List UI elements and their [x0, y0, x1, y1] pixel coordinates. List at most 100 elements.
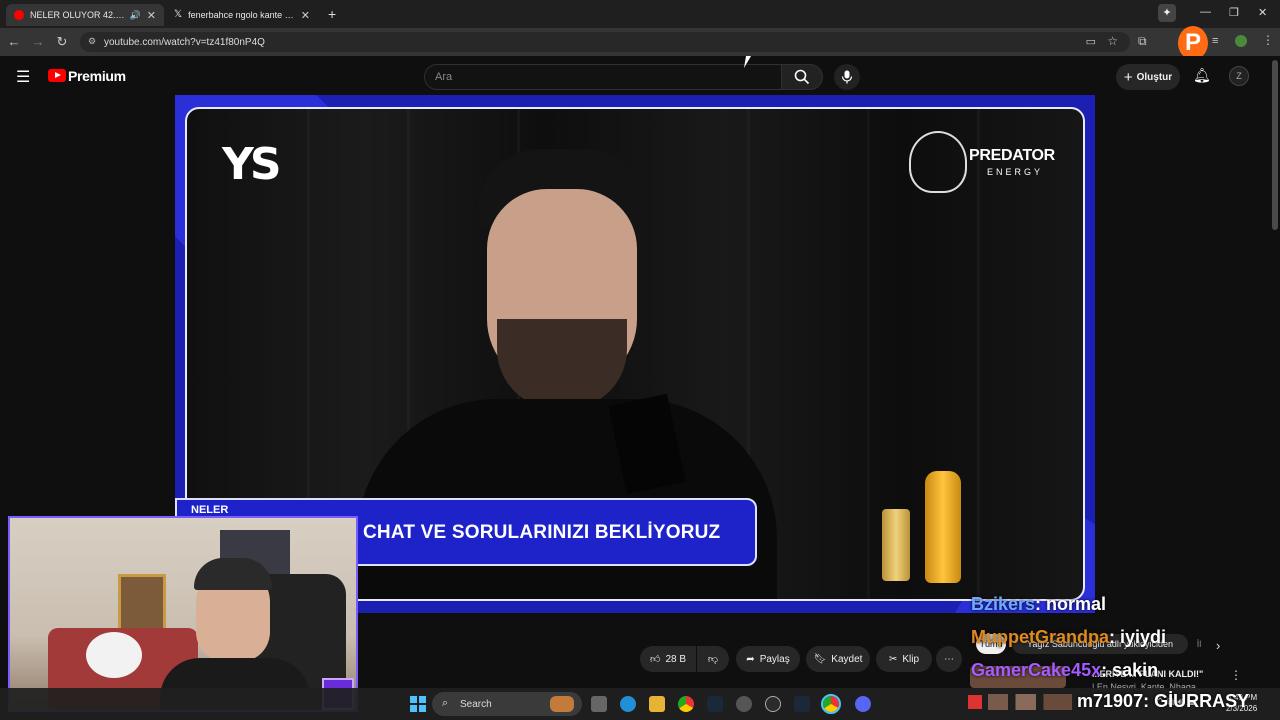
chrome-icon[interactable]	[678, 696, 694, 712]
file-explorer-icon[interactable]	[649, 696, 665, 712]
user-avatar[interactable]: Z	[1229, 66, 1249, 86]
taskbar-search-box[interactable]: ⌕ Search	[432, 692, 582, 716]
create-label: Oluştur	[1136, 71, 1173, 83]
tab-search[interactable]: 𝕏 fenerbahce ngolo kante - Search ✕	[166, 4, 318, 26]
chat-username: MuppetGrandpa	[971, 627, 1109, 647]
chat-username: m71907	[1077, 691, 1144, 711]
create-button[interactable]: + Oluştur	[1116, 64, 1180, 90]
notifications-bell-icon[interactable]: 🔔︎	[1193, 67, 1211, 84]
cast-icon[interactable]: ▭	[1086, 35, 1096, 48]
plush-toy-shape	[86, 632, 142, 678]
like-button[interactable]: 👍︎ 28 B	[640, 646, 696, 672]
address-toolbar: ← → ↻ ⚙ youtube.com/watch?v=tz41f80nP4Q …	[0, 26, 1280, 60]
x-favicon-icon: 𝕏	[174, 9, 183, 20]
search-icon: ⌕	[442, 697, 449, 709]
speaker-icon[interactable]: 🔊	[130, 10, 141, 21]
obs-icon[interactable]	[765, 696, 781, 712]
app-icon[interactable]	[736, 696, 752, 712]
save-button[interactable]: 🔖︎ Kaydet	[806, 646, 870, 672]
sponsor-subtitle: ENERGY	[987, 167, 1044, 177]
chat-text: : sakin	[1101, 660, 1159, 680]
tab-title: NELER OLUYOR 42. BÖLÜM	[30, 10, 126, 20]
dislike-button[interactable]: 👎︎	[697, 646, 729, 672]
chrome-active-icon[interactable]	[821, 694, 841, 714]
account-icon[interactable]	[1235, 35, 1247, 47]
youtube-premium-logo[interactable]: Premium	[68, 68, 126, 84]
search-button[interactable]	[781, 64, 823, 90]
address-bar[interactable]: ⚙ youtube.com/watch?v=tz41f80nP4Q ▭ ☆	[80, 32, 1130, 52]
chat-message: Bzikers: normal	[971, 594, 1106, 615]
bookmark-star-icon[interactable]: ☆	[1107, 34, 1118, 48]
sponsor-logo: PREDATOR ENERGY	[909, 131, 1059, 193]
thumbs-up-icon: 👍︎	[649, 654, 661, 665]
energy-bottle-image	[925, 471, 961, 583]
banner-tag: NELER	[191, 504, 229, 516]
chip-label: İl	[1196, 639, 1202, 649]
taskbar-search-label: Search	[460, 698, 492, 710]
youtube-header: ☰ Premium Ara + Oluştur 🔔︎ Z	[0, 56, 1280, 230]
save-label: Kaydet	[831, 653, 863, 665]
edge-icon[interactable]	[620, 696, 636, 712]
chevron-right-icon[interactable]: ›	[1216, 638, 1220, 653]
task-view-icon[interactable]	[591, 696, 607, 712]
discord-icon[interactable]	[855, 696, 871, 712]
plus-icon: +	[1123, 68, 1133, 86]
chat-username: Bzikers	[971, 594, 1036, 614]
reload-icon[interactable]: ↻	[54, 34, 70, 50]
energy-can-image	[882, 509, 910, 581]
chat-text: : iyiydi	[1109, 627, 1167, 647]
banner-text: CHAT VE SORULARINIZI BEKLİYORUZ	[363, 522, 721, 543]
suggested-video-menu-icon[interactable]: ⋮	[1230, 668, 1242, 682]
back-icon[interactable]: ←	[6, 34, 22, 49]
thumbs-down-icon: 👎︎	[707, 654, 719, 665]
profile-avatar[interactable]: P	[1178, 26, 1208, 60]
streamer-webcam-overlay	[8, 516, 358, 712]
page-scrollbar[interactable]	[1272, 60, 1278, 230]
steam-icon[interactable]	[794, 696, 810, 712]
search-placeholder: Ara	[435, 71, 453, 83]
search-input[interactable]: Ara	[424, 64, 782, 90]
steam-icon[interactable]	[707, 696, 723, 712]
extensions-icon[interactable]: ⧉	[1138, 34, 1147, 49]
restore-icon[interactable]: ❐	[1229, 6, 1239, 19]
youtube-logo-icon[interactable]	[48, 69, 66, 82]
voice-search-button[interactable]	[834, 64, 860, 90]
new-tab-button[interactable]: +	[328, 6, 336, 22]
windows-start-icon[interactable]	[410, 696, 426, 712]
reading-list-icon[interactable]: ≡	[1212, 35, 1218, 47]
microphone-icon	[841, 70, 853, 84]
hamburger-menu-icon[interactable]: ☰	[16, 67, 30, 87]
site-info-icon[interactable]: ⚙	[88, 36, 96, 47]
close-tab-icon[interactable]: ✕	[301, 9, 310, 22]
kebab-menu-icon[interactable]: ⋮	[1262, 33, 1274, 47]
more-horizontal-icon: ⋯	[944, 653, 954, 665]
chat-message: m71907: GİURRASY	[968, 691, 1249, 712]
like-count: 28 B	[665, 653, 687, 665]
chat-text: : GİURRASY	[1143, 691, 1250, 711]
url-text: youtube.com/watch?v=tz41f80nP4Q	[104, 36, 265, 48]
scissors-icon: ✂	[888, 653, 898, 665]
more-actions-button[interactable]: ⋯	[936, 646, 962, 672]
sparkle-icon[interactable]: ✦	[1158, 4, 1176, 22]
channel-logo: YS	[222, 139, 282, 190]
minimize-icon[interactable]: —	[1200, 6, 1211, 18]
close-window-icon[interactable]: ✕	[1258, 6, 1267, 19]
tab-title: fenerbahce ngolo kante - Search	[188, 10, 295, 20]
clip-button[interactable]: ✂ Klip	[876, 646, 932, 672]
youtube-favicon-icon	[14, 10, 24, 20]
bookmark-icon: 🔖︎	[813, 653, 827, 665]
chat-text: : normal	[1035, 594, 1107, 614]
search-highlight-icon	[550, 696, 574, 712]
share-icon: ➦	[746, 653, 755, 665]
sponsor-name: PREDATOR	[969, 147, 1055, 164]
chat-avatars	[988, 694, 1072, 711]
tab-youtube[interactable]: NELER OLUYOR 42. BÖLÜM 🔊 ✕	[6, 4, 164, 26]
chip-more[interactable]: İl	[1192, 634, 1206, 654]
share-button[interactable]: ➦ Paylaş	[736, 646, 800, 672]
clip-label: Klip	[902, 653, 920, 665]
close-tab-icon[interactable]: ✕	[147, 9, 156, 22]
forward-icon[interactable]: →	[30, 34, 46, 49]
search-icon	[794, 69, 810, 85]
painting-image	[118, 574, 166, 634]
chat-username: GamerCake45x	[971, 660, 1102, 680]
